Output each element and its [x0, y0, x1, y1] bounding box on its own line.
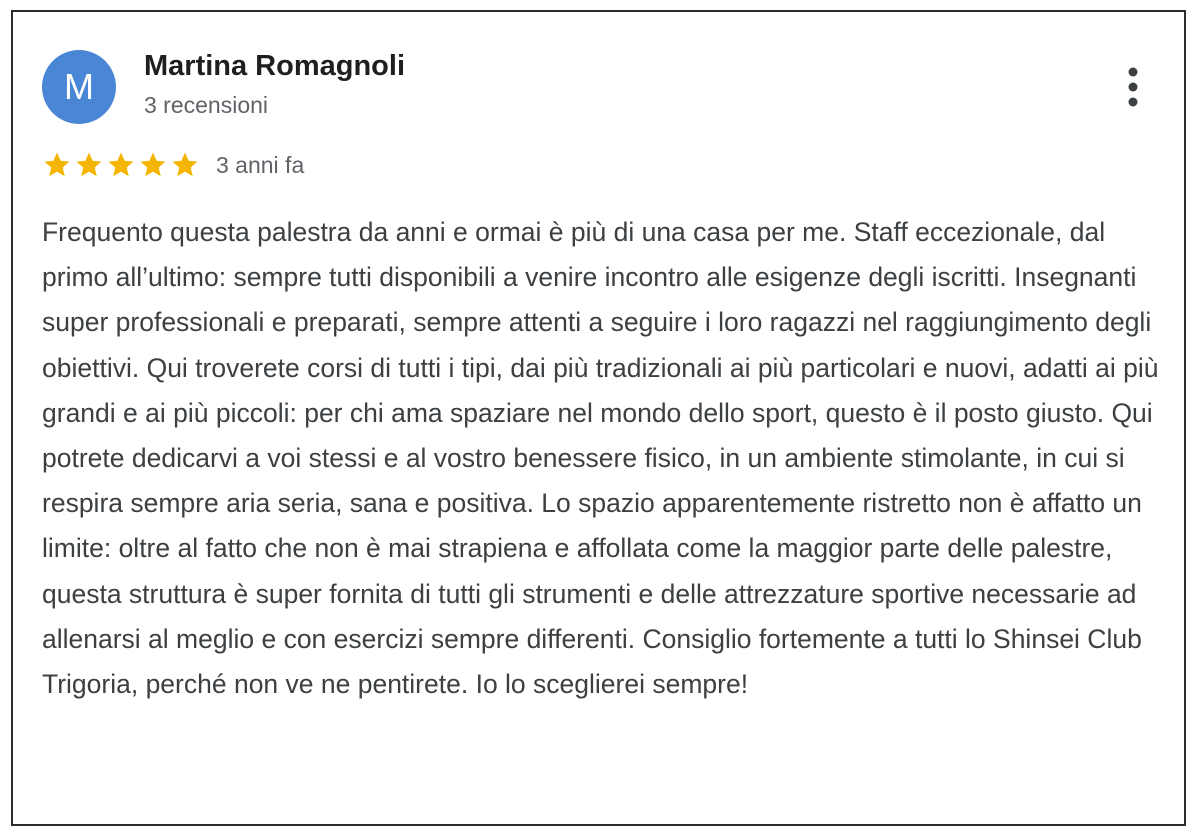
more-vert-icon — [1128, 67, 1138, 107]
avatar-initial: M — [64, 66, 94, 107]
review-count[interactable]: 3 recensioni — [144, 92, 268, 119]
author-name[interactable]: Martina Romagnoli — [144, 50, 405, 83]
more-options-button[interactable] — [1113, 62, 1153, 112]
star-icon — [44, 152, 70, 177]
star-icon — [172, 152, 198, 177]
avatar[interactable]: M — [42, 50, 116, 124]
star-icon — [76, 152, 102, 177]
review-card: M Martina Romagnoli 3 recensioni 3 anni … — [11, 10, 1186, 826]
rating-row: 3 anni fa — [42, 148, 304, 182]
review-text: Frequento questa palestra da anni e orma… — [42, 217, 1159, 700]
star-icon — [108, 152, 134, 177]
star-icon — [140, 152, 166, 177]
review-time: 3 anni fa — [216, 151, 305, 178]
star-rating — [42, 150, 200, 180]
